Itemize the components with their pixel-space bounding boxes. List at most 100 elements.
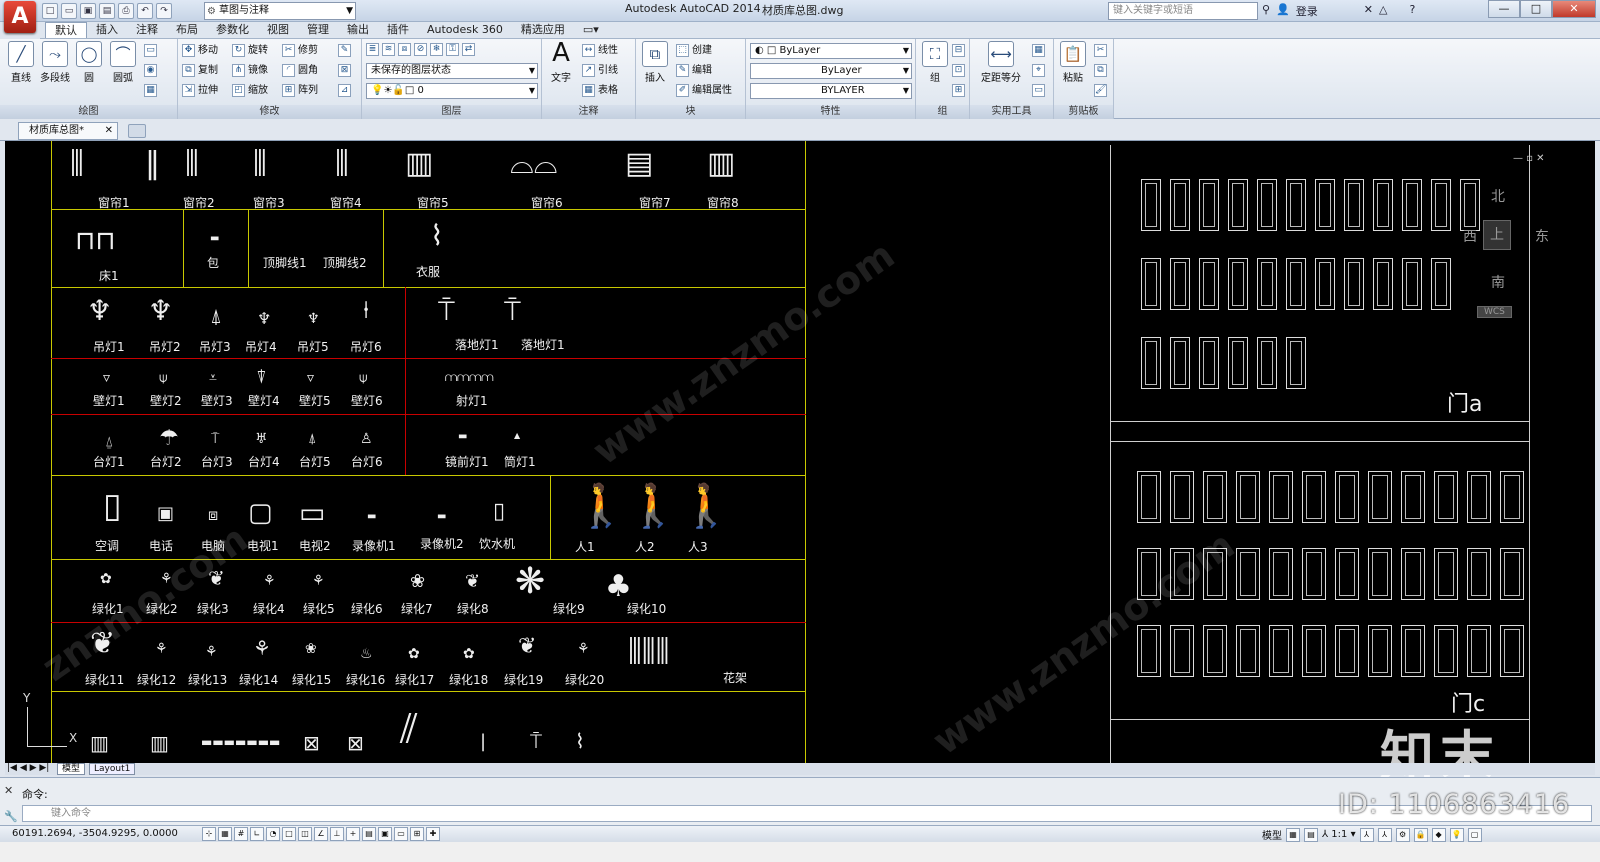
tab-annotate[interactable]: 注释 bbox=[127, 22, 167, 38]
wall-lamp-symbol[interactable]: ⍦ bbox=[159, 370, 167, 386]
quick-calc-button[interactable]: ▦ bbox=[1032, 43, 1048, 59]
door-symbol[interactable] bbox=[1368, 548, 1392, 600]
door-symbol[interactable] bbox=[1286, 179, 1306, 231]
user-icon[interactable]: 👤 bbox=[1276, 3, 1290, 19]
spotlight-symbol[interactable]: ⩋⩋⩋⩋ bbox=[445, 370, 494, 385]
group-select-button[interactable]: ⊞ bbox=[952, 83, 968, 99]
offset-button[interactable]: ⊿ bbox=[338, 83, 354, 99]
panel-properties-title[interactable]: 特性 bbox=[746, 105, 915, 119]
view-cube[interactable]: 北 上 西 东 南 WCS bbox=[1463, 186, 1549, 318]
paste-button[interactable]: 📋 粘贴 bbox=[1056, 41, 1090, 84]
grid-icon[interactable]: # bbox=[234, 827, 248, 841]
panel-symbol[interactable]: ⊠ bbox=[303, 731, 320, 755]
door-symbol[interactable] bbox=[1228, 258, 1248, 310]
vcr-symbol[interactable]: ▬ bbox=[367, 511, 376, 522]
table-lamp-symbol[interactable]: ⍋ bbox=[308, 431, 316, 447]
minimize-button[interactable]: — bbox=[1488, 0, 1520, 18]
panel-draw-title[interactable]: 绘图 bbox=[0, 105, 177, 119]
door-symbol[interactable] bbox=[1402, 258, 1422, 310]
copy-button[interactable]: ⧉ 复制 bbox=[182, 63, 218, 79]
layer-tools[interactable]: ≣ ≋ ⧈ ⊘ ❄ ⚿ ⇄ bbox=[366, 42, 478, 58]
hardware-accel-icon[interactable]: ◆ bbox=[1431, 827, 1446, 842]
curtain-symbol[interactable]: ⌓⌓ bbox=[510, 146, 557, 181]
plant-symbol[interactable]: ⚘ bbox=[205, 644, 218, 660]
baluster-symbol[interactable]: ⌇ bbox=[575, 729, 585, 753]
door-symbol[interactable] bbox=[1203, 625, 1227, 677]
plot-icon[interactable]: ⎙ bbox=[118, 3, 134, 19]
curtain-symbol[interactable]: ‖ bbox=[145, 146, 160, 181]
create-block-button[interactable]: ⬚ 创建 bbox=[676, 43, 712, 59]
save-icon[interactable]: ▣ bbox=[80, 3, 96, 19]
door-symbol[interactable] bbox=[1335, 471, 1359, 523]
table-lamp-symbol[interactable]: ♙ bbox=[360, 431, 373, 447]
table-lamp-symbol[interactable]: ☂ bbox=[159, 426, 179, 451]
chandelier-symbol[interactable]: ♆ bbox=[87, 294, 112, 327]
text-button[interactable]: A 文字 bbox=[544, 40, 578, 84]
tv-symbol[interactable]: ▢ bbox=[248, 498, 273, 528]
vcr-symbol[interactable]: ▬ bbox=[437, 511, 446, 522]
auto-scale-icon[interactable]: ⅄ bbox=[1377, 827, 1392, 842]
door-symbol[interactable] bbox=[1368, 471, 1392, 523]
downlight-symbol[interactable]: ▲ bbox=[514, 431, 520, 440]
cut-button[interactable]: ✂ bbox=[1094, 43, 1110, 59]
stretch-button[interactable]: ⇲ 拉伸 bbox=[182, 83, 218, 99]
tab-featured[interactable]: 精选应用 bbox=[512, 22, 574, 38]
3d-osnap-icon[interactable]: ◫ bbox=[298, 827, 312, 841]
otrack-icon[interactable]: ∠ bbox=[314, 827, 328, 841]
door-symbol[interactable] bbox=[1315, 258, 1335, 310]
exchange-icon[interactable]: ✕ bbox=[1364, 3, 1373, 19]
layout-nav-arrows[interactable]: |◀ ◀ ▶ ▶| bbox=[7, 763, 49, 773]
door-symbol[interactable] bbox=[1199, 337, 1219, 389]
baluster-symbol[interactable]: ⍑ bbox=[530, 729, 542, 753]
linetype-select[interactable]: ByLayer ▼ bbox=[750, 63, 912, 79]
copy-clip-button[interactable]: ⧉ bbox=[1094, 63, 1110, 79]
wall-lamp-symbol[interactable]: ⍦ bbox=[359, 370, 367, 386]
door-symbol[interactable] bbox=[1199, 258, 1219, 310]
tv-symbol[interactable]: ▭ bbox=[299, 496, 325, 529]
door-symbol[interactable] bbox=[1335, 548, 1359, 600]
door-symbol[interactable] bbox=[1467, 625, 1491, 677]
group-edit-button[interactable]: ⊡ bbox=[952, 63, 968, 79]
table-lamp-symbol[interactable]: ⍙ bbox=[105, 434, 113, 450]
panel-annotation-title[interactable]: 注释 bbox=[542, 105, 635, 119]
person-symbol[interactable]: 🚶 bbox=[680, 481, 732, 531]
redo-icon[interactable]: ↷ bbox=[156, 3, 172, 19]
door-symbol[interactable] bbox=[1170, 471, 1194, 523]
plant-symbol[interactable]: ⚘ bbox=[155, 641, 168, 657]
ortho-icon[interactable]: ∟ bbox=[250, 827, 264, 841]
rotate-button[interactable]: ↻ 旋转 bbox=[232, 43, 268, 59]
chandelier-symbol[interactable]: ♆ bbox=[148, 294, 173, 327]
door-symbol[interactable] bbox=[1286, 337, 1306, 389]
floor-lamp-symbol[interactable]: ⍑ bbox=[504, 294, 521, 328]
bed-symbol[interactable]: ⊓⊓ bbox=[75, 226, 116, 256]
ungroup-button[interactable]: ⊟ bbox=[952, 43, 968, 59]
autocad-logo-icon[interactable]: A bbox=[4, 1, 36, 33]
am-icon[interactable]: ✚ bbox=[426, 827, 440, 841]
circle-button[interactable]: ◯ 圆 bbox=[72, 41, 106, 84]
plant-symbol[interactable]: ❀ bbox=[305, 641, 317, 657]
door-symbol[interactable] bbox=[1302, 548, 1326, 600]
tab-manage[interactable]: 管理 bbox=[298, 22, 338, 38]
door-symbol[interactable] bbox=[1401, 471, 1425, 523]
door-symbol[interactable] bbox=[1141, 179, 1161, 231]
door-symbol[interactable] bbox=[1141, 337, 1161, 389]
rectangle-button[interactable]: ▭ bbox=[144, 43, 160, 59]
door-symbol[interactable] bbox=[1373, 258, 1393, 310]
door-symbol[interactable] bbox=[1257, 179, 1277, 231]
isolate-icon[interactable]: 💡 bbox=[1449, 827, 1464, 842]
polar-icon[interactable]: ◔ bbox=[266, 827, 280, 841]
door-symbol[interactable] bbox=[1467, 471, 1491, 523]
tab-layout1[interactable]: Layout1 bbox=[89, 763, 136, 775]
door-symbol[interactable] bbox=[1170, 258, 1190, 310]
tab-options-icon[interactable]: ▭▾ bbox=[574, 22, 608, 38]
tab-a360[interactable]: Autodesk 360 bbox=[418, 22, 512, 38]
panel-modify-title[interactable]: 修改 bbox=[178, 105, 361, 119]
polyline-button[interactable]: ⤳ 多段线 bbox=[38, 41, 72, 84]
workspace-switch-icon[interactable]: ⚙ bbox=[1395, 827, 1410, 842]
door-symbol[interactable] bbox=[1236, 625, 1260, 677]
door-symbol[interactable] bbox=[1236, 471, 1260, 523]
quick-view-layouts-icon[interactable]: ▦ bbox=[1286, 827, 1300, 842]
plant-symbol[interactable]: ✿ bbox=[100, 571, 112, 587]
leader-button[interactable]: ↗ 引线 bbox=[582, 63, 618, 79]
layer-select[interactable]: 💡☀🔓□ 0 ▼ bbox=[366, 83, 538, 99]
